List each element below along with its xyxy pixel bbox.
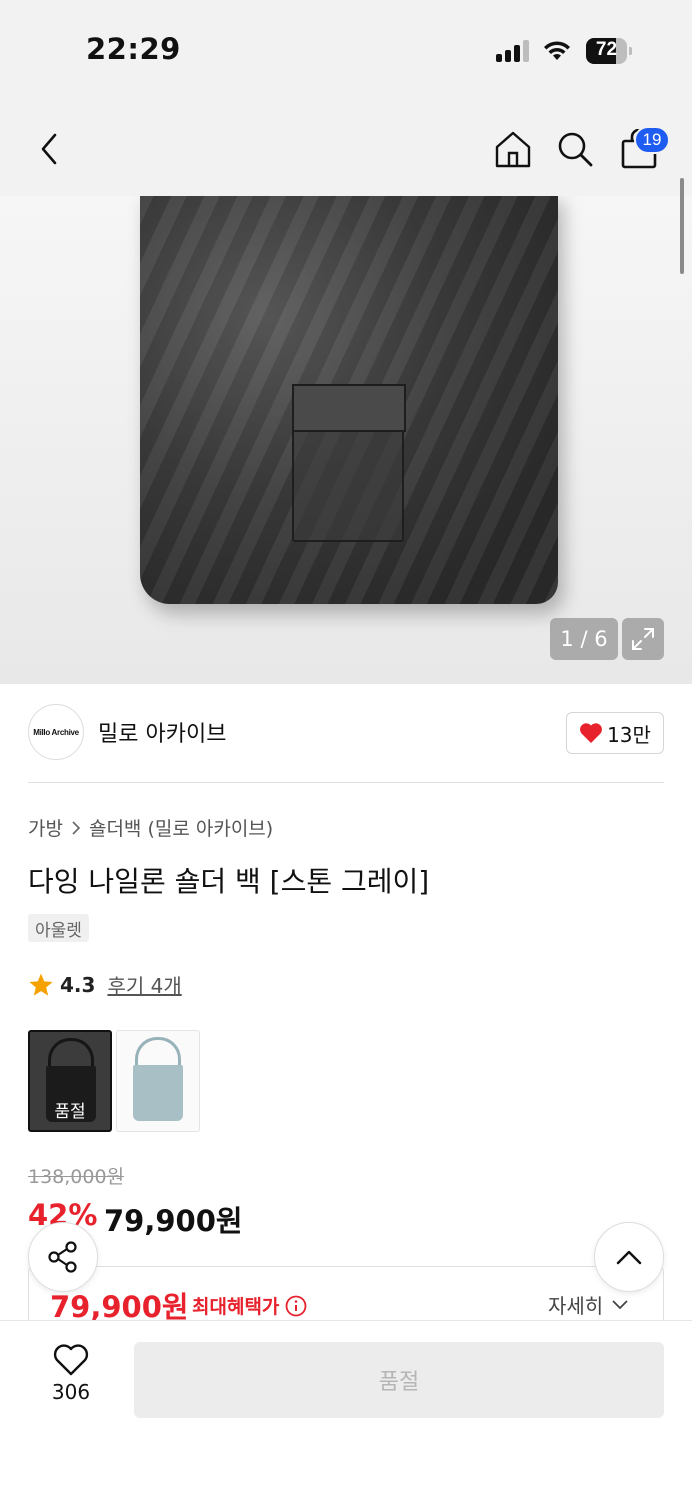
chevron-right-icon bbox=[72, 820, 81, 835]
home-button[interactable] bbox=[488, 124, 538, 174]
breadcrumb: 가방 숄더백 (밀로 아카이브) bbox=[28, 814, 273, 841]
wish-count: 306 bbox=[51, 1380, 91, 1404]
battery-icon: 72 bbox=[586, 38, 632, 64]
info-icon[interactable] bbox=[285, 1295, 307, 1317]
breadcrumb-category[interactable]: 가방 bbox=[28, 814, 63, 841]
soldout-label: 품절 bbox=[54, 1102, 86, 1122]
wifi-icon bbox=[544, 41, 570, 60]
color-option-stone-gray[interactable]: 품절 bbox=[28, 1030, 112, 1132]
battery-percent: 72 bbox=[595, 39, 618, 60]
detail-label: 자세히 bbox=[548, 1294, 604, 1318]
home-icon bbox=[495, 131, 531, 168]
scroll-top-button[interactable] bbox=[594, 1222, 664, 1292]
max-benefit-text: 최대혜택가 bbox=[192, 1296, 280, 1318]
soldout-buy-button[interactable]: 품절 bbox=[134, 1342, 664, 1418]
chevron-down-icon bbox=[612, 1299, 628, 1309]
wish-button[interactable]: 306 bbox=[36, 1344, 106, 1418]
expand-image-button[interactable] bbox=[622, 618, 664, 660]
outlet-tag: 아울렛 bbox=[28, 914, 89, 942]
product-image bbox=[140, 196, 558, 604]
chevron-up-icon bbox=[616, 1250, 642, 1265]
brand-logo[interactable]: Millo Archive bbox=[28, 704, 84, 760]
sale-price: 79,900원 bbox=[104, 1204, 243, 1238]
status-time: 22:29 bbox=[86, 32, 181, 66]
rating: 4.3 후기 4개 bbox=[28, 970, 182, 999]
signal-icon bbox=[496, 40, 530, 62]
back-icon bbox=[41, 133, 57, 165]
cart-count-badge: 19 bbox=[634, 126, 670, 154]
search-button[interactable] bbox=[550, 124, 600, 174]
original-price: 138,000원 bbox=[28, 1166, 125, 1188]
star-icon bbox=[29, 973, 53, 996]
detail-toggle[interactable]: 자세히 bbox=[548, 1290, 629, 1319]
rating-score: 4.3 bbox=[60, 972, 96, 997]
brand-like-button[interactable]: 13만 bbox=[566, 712, 664, 754]
search-icon bbox=[558, 132, 593, 167]
expand-icon bbox=[632, 628, 654, 650]
product-title: 다잉 나일론 숄더 백 [스톤 그레이] bbox=[28, 865, 430, 898]
status-bar: 22:29 72 bbox=[0, 0, 692, 100]
scroll-indicator bbox=[680, 178, 684, 274]
top-nav bbox=[0, 100, 692, 196]
back-button[interactable] bbox=[24, 124, 74, 174]
heart-outline-icon bbox=[53, 1344, 89, 1376]
breadcrumb-subcategory[interactable]: 숄더백 (밀로 아카이브) bbox=[89, 814, 273, 841]
max-benefit-label: 최대혜택가 bbox=[192, 1292, 307, 1319]
product-image-gallery[interactable] bbox=[0, 196, 692, 684]
brand-name[interactable]: 밀로 아카이브 bbox=[98, 716, 226, 748]
heart-icon bbox=[580, 723, 603, 743]
share-button[interactable] bbox=[28, 1222, 98, 1292]
review-link[interactable]: 후기 4개 bbox=[107, 970, 181, 999]
image-counter: 1 / 6 bbox=[550, 618, 618, 660]
color-option-light-blue[interactable] bbox=[116, 1030, 200, 1132]
divider bbox=[28, 782, 664, 783]
share-icon bbox=[48, 1241, 77, 1273]
brand-like-count: 13만 bbox=[607, 722, 651, 747]
